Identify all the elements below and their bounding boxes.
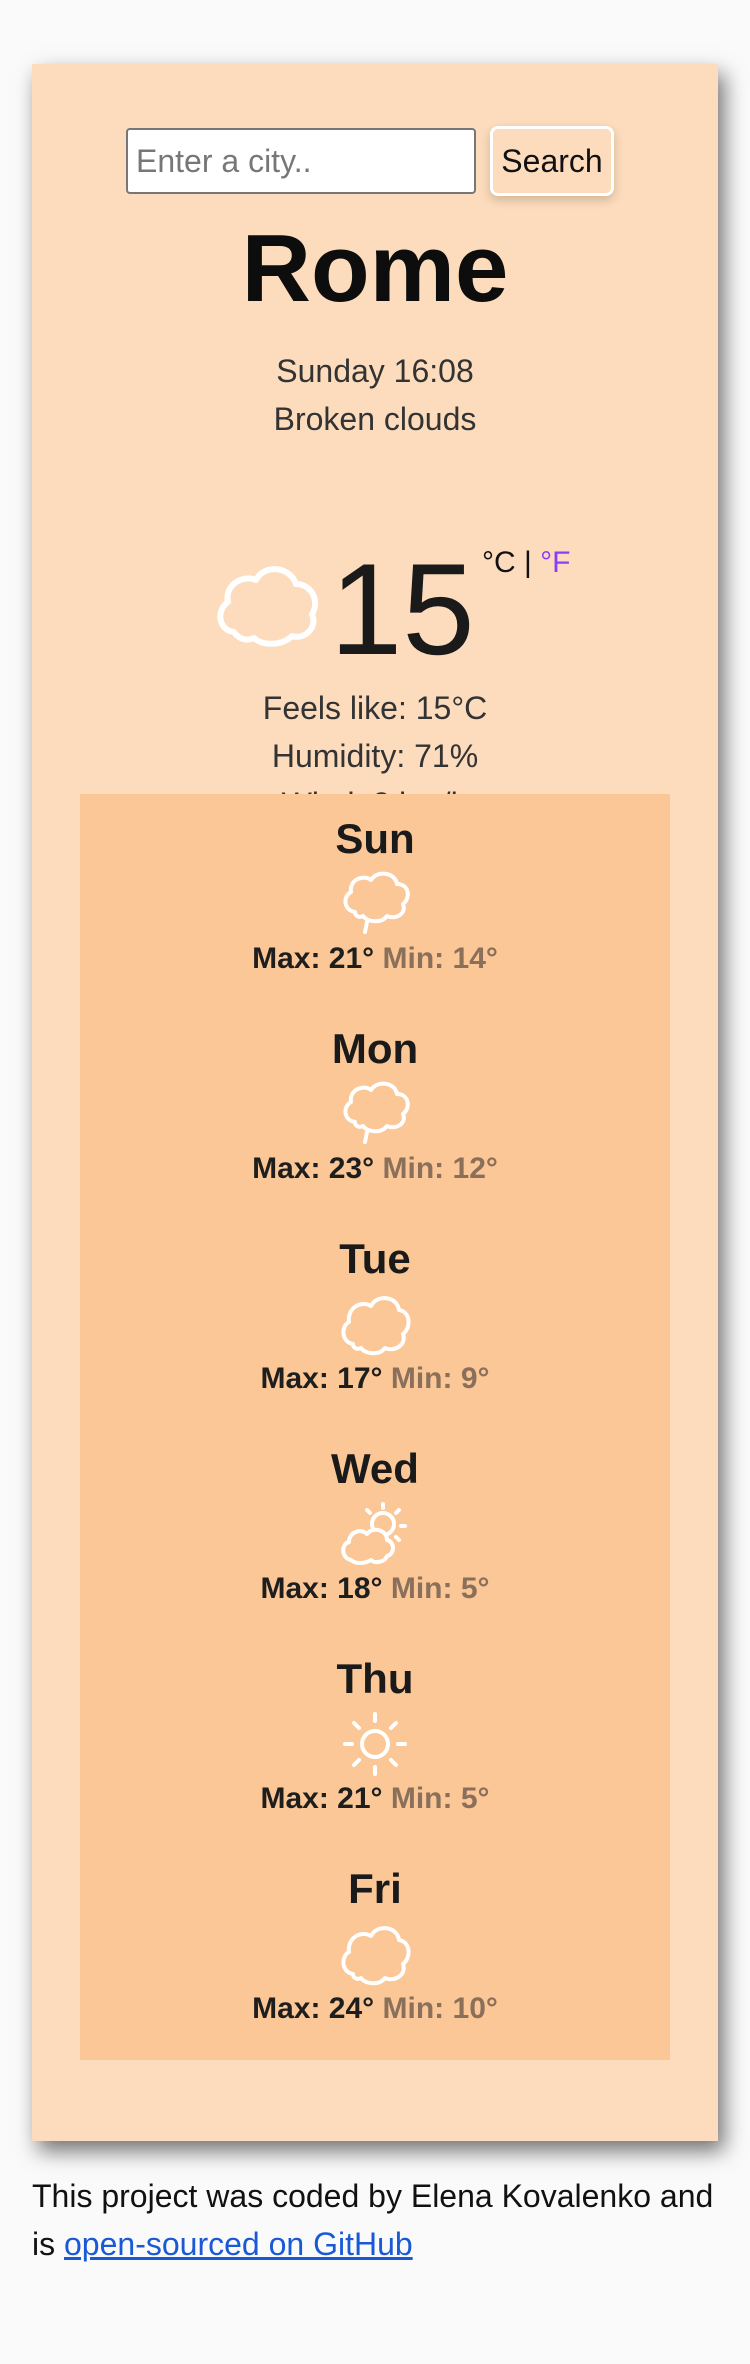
unit-toggle: °C | °F bbox=[482, 546, 570, 580]
forecast-day-name: Fri bbox=[348, 1865, 402, 1912]
city-name: Rome bbox=[241, 215, 509, 322]
forecast-day-name: Thu bbox=[336, 1655, 414, 1702]
forecast-temps: Max: 21° Min: 14° bbox=[80, 942, 670, 976]
current-datetime: Sunday 16:08 bbox=[276, 353, 474, 389]
forecast-day: Thu Max: 21° Min: 5° bbox=[80, 1654, 670, 1816]
search-form: Search bbox=[126, 126, 614, 196]
current-conditions-text: Sunday 16:08 Broken clouds bbox=[32, 347, 718, 443]
cloud-icon bbox=[341, 1296, 411, 1356]
forecast-temps: Max: 17° Min: 9° bbox=[80, 1362, 670, 1396]
cloud-icon bbox=[341, 1926, 411, 1986]
weather-description: Broken clouds bbox=[273, 401, 477, 437]
min-temp: Min: 5° bbox=[390, 1782, 490, 1815]
min-temp: Min: 9° bbox=[390, 1362, 490, 1395]
sun-icon bbox=[343, 1712, 407, 1776]
unit-separator: | bbox=[515, 546, 541, 579]
forecast-day: Tue Max: 17° Min: 9° bbox=[80, 1234, 670, 1396]
celsius-unit[interactable]: °C bbox=[482, 546, 516, 579]
rain-cloud-icon bbox=[343, 871, 410, 934]
forecast-temps: Max: 23° Min: 12° bbox=[80, 1152, 670, 1186]
forecast-day: Fri Max: 24° Min: 10° bbox=[80, 1864, 670, 2026]
github-link[interactable]: open-sourced on GitHub bbox=[64, 2226, 413, 2262]
forecast-day-name: Tue bbox=[339, 1235, 411, 1282]
humidity: Humidity: 71% bbox=[271, 738, 479, 774]
cloud-icon bbox=[217, 566, 319, 647]
max-temp: Max: 21° bbox=[252, 942, 375, 975]
max-temp: Max: 24° bbox=[252, 1992, 375, 2025]
min-temp: Min: 14° bbox=[382, 942, 498, 975]
forecast-day: Wed Max: 18° Min: 5° bbox=[80, 1444, 670, 1606]
forecast-day-name: Sun bbox=[335, 815, 415, 862]
weather-card: Search Rome Sunday 16:08 Broken clouds 1… bbox=[32, 64, 718, 2141]
feels-like: Feels like: 15°C bbox=[262, 690, 488, 726]
min-temp: Min: 10° bbox=[382, 1992, 498, 2025]
forecast-temps: Max: 24° Min: 10° bbox=[80, 1992, 670, 2026]
fahrenheit-link[interactable]: °F bbox=[540, 546, 570, 579]
forecast-day-name: Wed bbox=[331, 1445, 419, 1492]
current-temperature: 15 bbox=[330, 536, 475, 682]
current-temperature-block: 15 °C | °F bbox=[212, 504, 632, 674]
forecast-panel: Sun Max: 21° Min: 14° Mon Max: 23° Min: … bbox=[80, 794, 670, 2060]
search-button[interactable]: Search bbox=[490, 126, 614, 196]
forecast-temps: Max: 18° Min: 5° bbox=[80, 1572, 670, 1606]
max-temp: Max: 17° bbox=[260, 1362, 383, 1395]
rain-cloud-icon bbox=[343, 1081, 410, 1144]
min-temp: Min: 12° bbox=[382, 1152, 498, 1185]
max-temp: Max: 21° bbox=[260, 1782, 383, 1815]
min-temp: Min: 5° bbox=[390, 1572, 490, 1605]
partly-cloudy-icon bbox=[341, 1502, 407, 1565]
forecast-temps: Max: 21° Min: 5° bbox=[80, 1782, 670, 1816]
footer: This project was coded by Elena Kovalenk… bbox=[32, 2172, 732, 2268]
forecast-day: Mon Max: 23° Min: 12° bbox=[80, 1024, 670, 1186]
max-temp: Max: 18° bbox=[260, 1572, 383, 1605]
max-temp: Max: 23° bbox=[252, 1152, 375, 1185]
forecast-day-name: Mon bbox=[331, 1025, 419, 1072]
city-search-input[interactable] bbox=[126, 128, 476, 194]
forecast-day: Sun Max: 21° Min: 14° bbox=[80, 814, 670, 976]
